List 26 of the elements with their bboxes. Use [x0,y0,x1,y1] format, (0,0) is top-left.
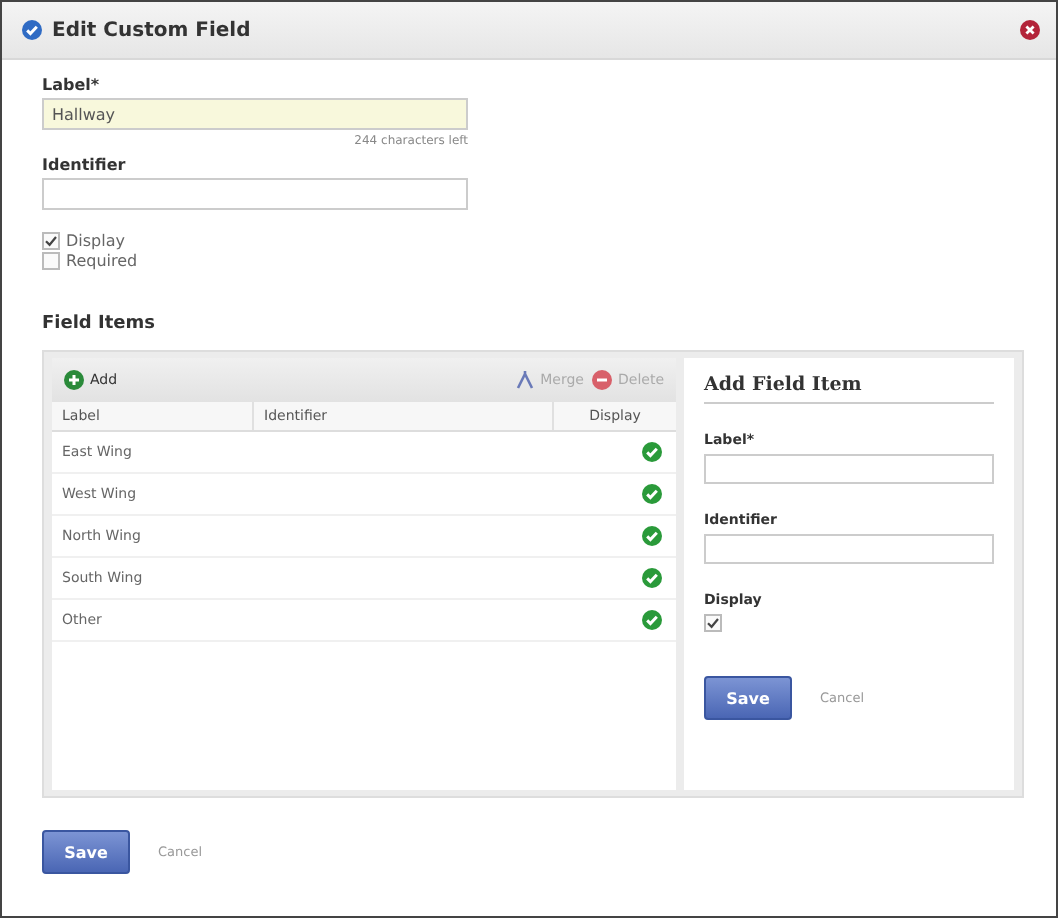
check-icon [642,442,662,462]
checkbox[interactable] [42,252,60,270]
save-button[interactable]: Save [704,676,792,720]
check-icon [642,610,662,630]
checkbox[interactable] [704,614,722,632]
section-heading: Field Items [42,314,157,334]
dialog-title: Edit Custom Field [52,19,253,41]
checkbox-label: Required [66,252,138,270]
label-input[interactable] [704,454,994,484]
merge-icon [516,370,535,390]
checkbox[interactable] [42,232,60,250]
check-icon [642,568,662,588]
field-label: Identifier [42,156,128,174]
identifier-input[interactable] [42,178,468,210]
save-button[interactable]: Save [42,830,130,874]
label-input[interactable]: Hallway [42,98,468,130]
identifier-input[interactable] [704,534,994,564]
check-icon [22,20,42,40]
field-label: Label* [42,76,102,94]
check-icon [642,484,662,504]
close-icon[interactable] [1020,20,1040,40]
checkbox-label: Display [66,232,125,250]
form-title: Add Field Item [704,374,994,404]
minus-icon [592,370,612,390]
check-icon [642,526,662,546]
plus-icon [64,370,84,390]
